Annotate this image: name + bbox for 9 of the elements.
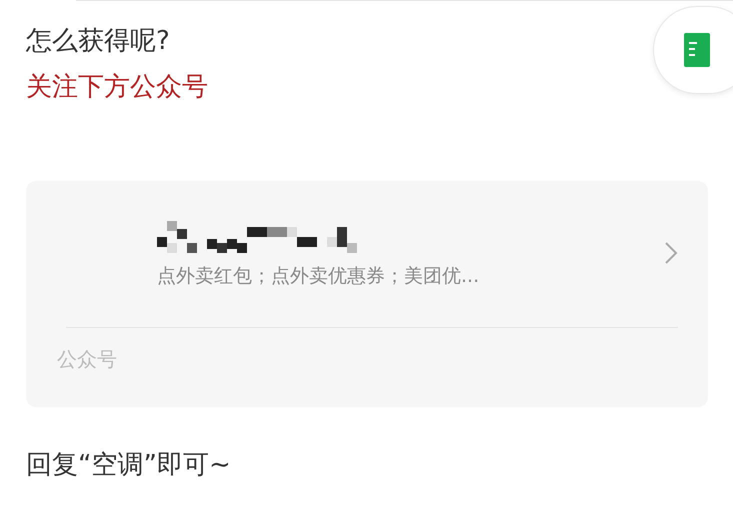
floating-document-button[interactable]	[653, 6, 733, 94]
account-description: 点外卖红包；点外卖优惠券；美团优...	[157, 264, 480, 289]
chevron-right-icon	[664, 241, 678, 265]
instruction-text: 关注下方公众号	[26, 71, 208, 104]
heading: 怎么获得呢?	[26, 25, 170, 58]
reply-hint: 回复“空调”即可~	[26, 449, 232, 482]
account-card[interactable]: 点外卖红包；点外卖优惠券；美团优... 公众号	[26, 181, 708, 407]
account-type-label: 公众号	[57, 346, 118, 373]
document-icon	[684, 33, 710, 67]
